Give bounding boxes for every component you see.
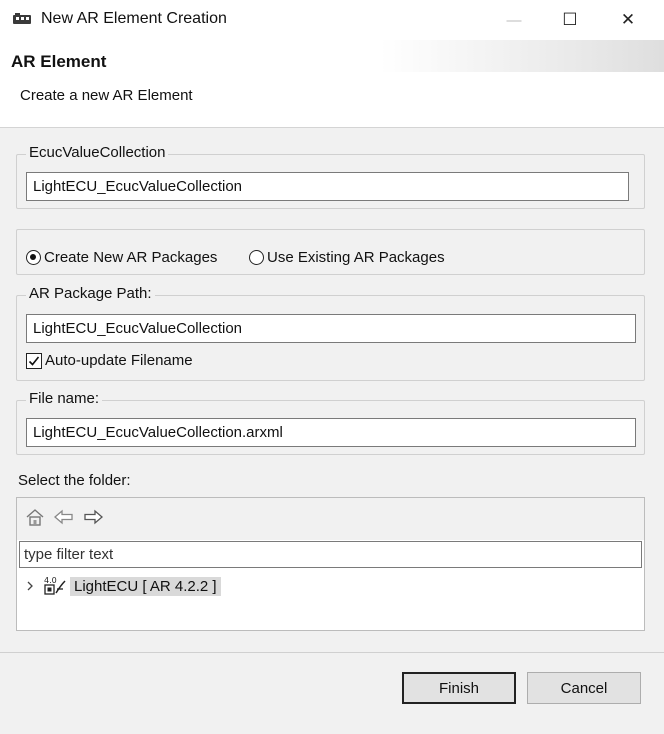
minimize-icon: — [506,11,522,29]
home-button[interactable] [22,504,48,530]
wizard-header: AR Element Create a new AR Element [0,40,664,128]
tree-item-label: LightECU [ AR 4.2.2 ] [70,576,221,596]
file-name-input[interactable]: LightECU_EcucValueCollection.arxml [26,418,636,447]
maximize-button[interactable]: ☐ [540,0,600,40]
back-arrow-icon [54,509,73,525]
tree-toolbar [17,498,644,540]
finish-button[interactable]: Finish [402,672,516,704]
cancel-button[interactable]: Cancel [527,672,641,704]
file-name-group: File name: LightECU_EcucValueCollection.… [16,390,645,455]
use-existing-packages-radio[interactable]: Use Existing AR Packages [249,249,445,266]
chevron-right-icon[interactable] [23,576,37,596]
folder-tree-panel: type filter text 4.0 LightECU [ AR 4.2.2… [16,497,645,631]
ecuc-group-label: EcucValueCollection [26,144,169,161]
radio-unselected-icon [249,250,264,265]
use-existing-packages-label: Use Existing AR Packages [267,249,445,266]
app-icon [12,11,32,27]
maximize-icon: ☐ [562,10,578,29]
auto-update-filename-checkbox[interactable]: Auto-update Filename [26,352,193,369]
radio-selected-icon [26,250,41,265]
svg-text:4.0: 4.0 [44,576,57,585]
filter-input[interactable]: type filter text [19,541,642,568]
package-path-input[interactable]: LightECU_EcucValueCollection [26,314,636,343]
back-button[interactable] [51,504,77,530]
auto-update-filename-label: Auto-update Filename [45,352,193,369]
checkbox-checked-icon [26,352,42,369]
package-path-label: AR Package Path: [26,285,155,302]
create-new-packages-radio[interactable]: Create New AR Packages [26,249,217,266]
select-folder-label: Select the folder: [18,472,131,489]
ecuc-value-collection-group: EcucValueCollection LightECU_EcucValueCo… [16,144,645,209]
home-icon [26,509,44,526]
title-bar[interactable]: New AR Element Creation — ☐ ✕ [0,0,664,40]
minimize-button[interactable]: — [484,0,544,40]
footer-divider [0,652,664,653]
forward-button[interactable] [80,504,106,530]
forward-arrow-icon [84,509,103,525]
ecuc-value-collection-input[interactable]: LightECU_EcucValueCollection [26,172,629,201]
package-option-group: Create New AR Packages Use Existing AR P… [16,229,645,275]
page-title: AR Element [11,52,107,71]
tree-item-lightecu[interactable]: 4.0 LightECU [ AR 4.2.2 ] [23,574,221,598]
page-description: Create a new AR Element [20,87,193,104]
file-name-label: File name: [26,390,103,407]
dialog-window: New AR Element Creation — ☐ ✕ AR Element… [0,0,664,734]
window-title: New AR Element Creation [41,10,227,27]
header-band [380,40,664,72]
package-path-group: AR Package Path: LightECU_EcucValueColle… [16,285,645,381]
close-icon: ✕ [620,10,636,29]
close-button[interactable]: ✕ [598,0,658,40]
autosar-project-icon: 4.0 [42,575,66,597]
create-new-packages-label: Create New AR Packages [44,249,218,266]
